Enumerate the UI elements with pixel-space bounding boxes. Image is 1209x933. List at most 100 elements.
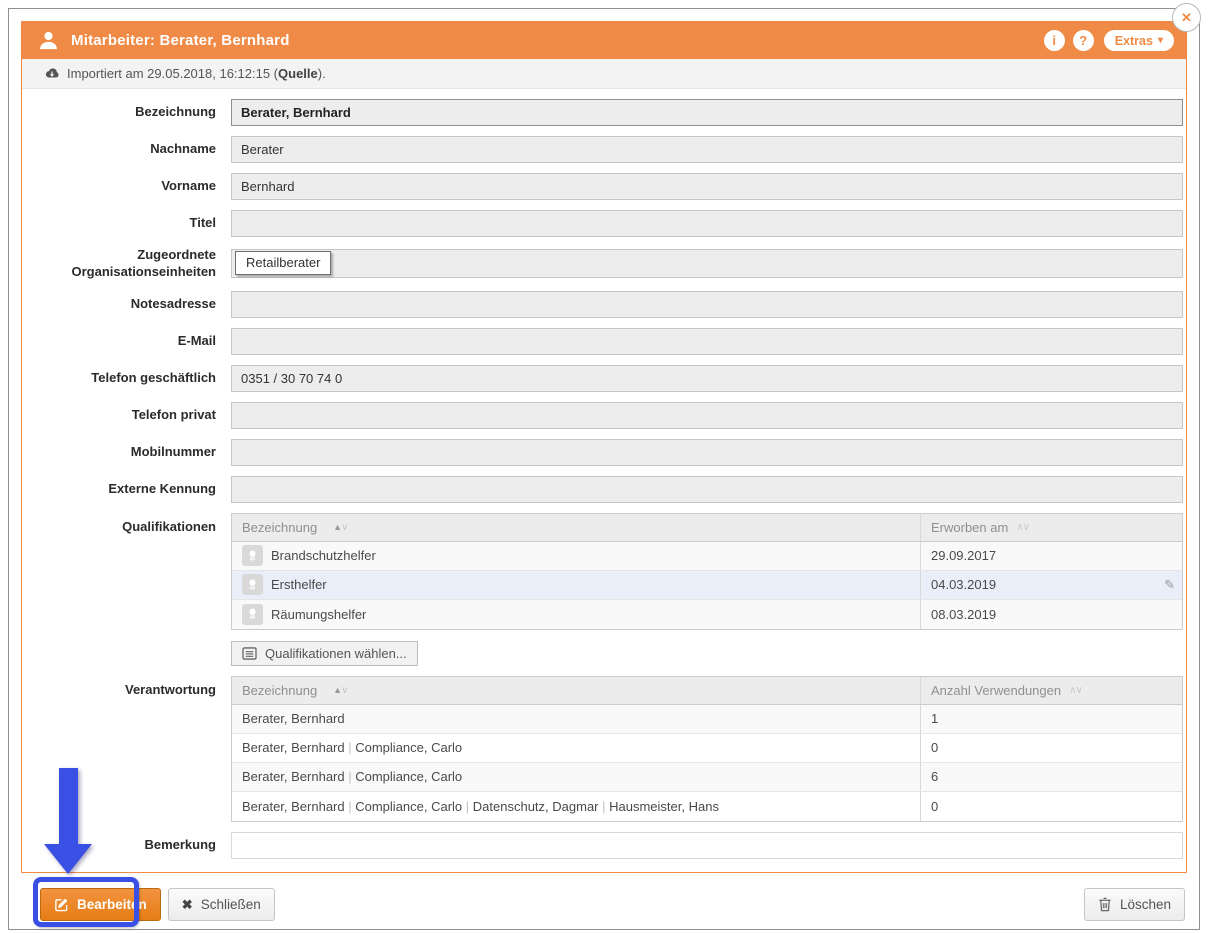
- responsibility-section: Verantwortung Bezeichnung ▲∨ Anzahl Verw…: [22, 676, 1186, 822]
- notesadresse-label: Notesadresse: [22, 296, 216, 313]
- email-label: E-Mail: [22, 333, 216, 350]
- externe-kennung-input[interactable]: [231, 476, 1183, 503]
- cloud-download-icon: [44, 67, 60, 81]
- sort-desc-icon: ∨: [341, 685, 347, 696]
- form-row: Externe Kennung: [22, 476, 1186, 503]
- mobilnummer-input[interactable]: [231, 439, 1183, 466]
- trash-icon: [1098, 897, 1112, 912]
- bemerkung-label: Bemerkung: [22, 837, 216, 854]
- user-icon: [37, 29, 60, 52]
- qualification-row[interactable]: Räumungshelfer 08.03.2019: [232, 600, 1182, 629]
- extras-button[interactable]: Extras ▾: [1104, 30, 1174, 51]
- qualification-name: Räumungshelfer: [271, 607, 366, 622]
- edit-row-icon[interactable]: ✎: [1164, 577, 1175, 593]
- form-content: Bezeichnung Nachname Vorname Titel Zugeo…: [22, 89, 1186, 872]
- responsibility-name: Berater, Bernhard | Compliance, Carlo | …: [242, 799, 719, 814]
- notesadresse-input[interactable]: [231, 291, 1183, 318]
- close-icon: ✕: [1181, 10, 1192, 26]
- responsibility-count: 0: [931, 799, 938, 814]
- responsibility-name: Berater, Bernhard | Compliance, Carlo: [242, 769, 462, 784]
- sort-icons[interactable]: ▲∨: [333, 522, 347, 533]
- import-notice-text: Importiert am 29.05.2018, 16:12:15 (Quel…: [67, 66, 326, 81]
- sort-icons[interactable]: ∧∨: [1016, 522, 1029, 533]
- bemerkung-input[interactable]: [231, 832, 1183, 859]
- page-title: Mitarbeiter: Berater, Bernhard: [71, 32, 1036, 49]
- info-icon: i: [1052, 33, 1056, 48]
- help-icon: ?: [1079, 33, 1087, 48]
- ribbon-icon: [242, 574, 263, 595]
- responsibility-row[interactable]: Berater, Bernhard | Compliance, Carlo 0: [232, 734, 1182, 763]
- sort-desc-icon: ∨: [1023, 522, 1029, 533]
- responsibility-row[interactable]: Berater, Bernhard | Compliance, Carlo 6: [232, 763, 1182, 792]
- sort-asc-icon: ▲: [333, 685, 341, 695]
- responsibility-count: 6: [931, 769, 938, 784]
- chevron-down-icon: ▾: [1158, 36, 1163, 46]
- form-row: Telefon privat: [22, 402, 1186, 429]
- delete-button[interactable]: Löschen: [1084, 888, 1185, 921]
- nachname-input[interactable]: [231, 136, 1183, 163]
- sort-icons[interactable]: ▲∨: [333, 685, 347, 696]
- mobilnummer-label: Mobilnummer: [22, 444, 216, 461]
- employee-panel: Mitarbeiter: Berater, Bernhard i ? Extra…: [21, 21, 1187, 873]
- edit-button[interactable]: Bearbeiten: [40, 888, 161, 921]
- organisationseinheiten-field[interactable]: Retailberater: [231, 249, 1183, 278]
- nachname-label: Nachname: [22, 141, 216, 158]
- footer-bar: Bearbeiten ✖ Schließen Löschen: [21, 873, 1187, 931]
- telefon-privat-input[interactable]: [231, 402, 1183, 429]
- ribbon-icon: [242, 545, 263, 566]
- org-unit-chip[interactable]: Retailberater: [235, 251, 331, 275]
- sort-asc-icon: ▲: [333, 522, 341, 532]
- qualification-date: 08.03.2019: [931, 607, 996, 622]
- qualification-row[interactable]: Ersthelfer 04.03.2019 ✎: [232, 571, 1182, 600]
- sort-desc-icon: ∨: [1075, 685, 1081, 696]
- externe-kennung-label: Externe Kennung: [22, 481, 216, 498]
- responsibility-row[interactable]: Berater, Bernhard 1: [232, 705, 1182, 734]
- edit-pencil-icon: [54, 897, 69, 912]
- telefon-geschaeftlich-input[interactable]: [231, 365, 1183, 392]
- qualifications-label: Qualifikationen: [22, 513, 216, 536]
- form-row: Nachname: [22, 136, 1186, 163]
- form-row: Telefon geschäftlich: [22, 365, 1186, 392]
- extras-label: Extras: [1115, 34, 1153, 48]
- telefon-privat-label: Telefon privat: [22, 407, 216, 424]
- dialog-window: Mitarbeiter: Berater, Bernhard i ? Extra…: [8, 8, 1200, 930]
- column-header-bezeichnung[interactable]: Bezeichnung ▲∨: [232, 514, 921, 541]
- column-header-anzahl[interactable]: Anzahl Verwendungen ∧∨: [921, 677, 1182, 704]
- close-button[interactable]: ✖ Schließen: [168, 888, 275, 921]
- form-row: Bemerkung: [22, 832, 1186, 859]
- responsibility-label: Verantwortung: [22, 676, 216, 699]
- qualifications-table: Bezeichnung ▲∨ Erworben am ∧∨ Brandschut…: [231, 513, 1183, 630]
- form-row: Zugeordnete Organisationseinheiten Retai…: [22, 247, 1186, 281]
- form-row: Mobilnummer: [22, 439, 1186, 466]
- bezeichnung-label: Bezeichnung: [22, 104, 216, 121]
- sort-icons[interactable]: ∧∨: [1069, 685, 1082, 696]
- qualifications-section: Qualifikationen Bezeichnung ▲∨ Erworben …: [22, 513, 1186, 666]
- qualification-row[interactable]: Brandschutzhelfer 29.09.2017: [232, 542, 1182, 571]
- info-button[interactable]: i: [1044, 30, 1065, 51]
- column-header-erworben-am[interactable]: Erworben am ∧∨: [921, 514, 1182, 541]
- titel-input[interactable]: [231, 210, 1183, 237]
- bezeichnung-input[interactable]: [231, 99, 1183, 126]
- help-button[interactable]: ?: [1073, 30, 1094, 51]
- responsibility-count: 1: [931, 711, 938, 726]
- qualification-date: 29.09.2017: [931, 548, 996, 563]
- qualification-name: Ersthelfer: [271, 577, 327, 592]
- qualification-date: 04.03.2019: [931, 577, 996, 592]
- ribbon-icon: [242, 604, 263, 625]
- vorname-input[interactable]: [231, 173, 1183, 200]
- form-row: Notesadresse: [22, 291, 1186, 318]
- choose-qualifications-button[interactable]: Qualifikationen wählen...: [231, 641, 418, 666]
- email-input[interactable]: [231, 328, 1183, 355]
- close-x-icon: ✖: [182, 897, 193, 913]
- form-row: Titel: [22, 210, 1186, 237]
- titel-label: Titel: [22, 215, 216, 232]
- title-bar: Mitarbeiter: Berater, Bernhard i ? Extra…: [22, 22, 1186, 59]
- qualification-name: Brandschutzhelfer: [271, 548, 376, 563]
- responsibility-table-header: Bezeichnung ▲∨ Anzahl Verwendungen ∧∨: [232, 677, 1182, 705]
- organisationseinheiten-label: Zugeordnete Organisationseinheiten: [22, 247, 216, 281]
- responsibility-name: Berater, Bernhard: [242, 711, 345, 726]
- responsibility-name: Berater, Bernhard | Compliance, Carlo: [242, 740, 462, 755]
- column-header-bezeichnung[interactable]: Bezeichnung ▲∨: [232, 677, 921, 704]
- responsibility-row[interactable]: Berater, Bernhard | Compliance, Carlo | …: [232, 792, 1182, 821]
- window-close-button[interactable]: ✕: [1172, 3, 1201, 32]
